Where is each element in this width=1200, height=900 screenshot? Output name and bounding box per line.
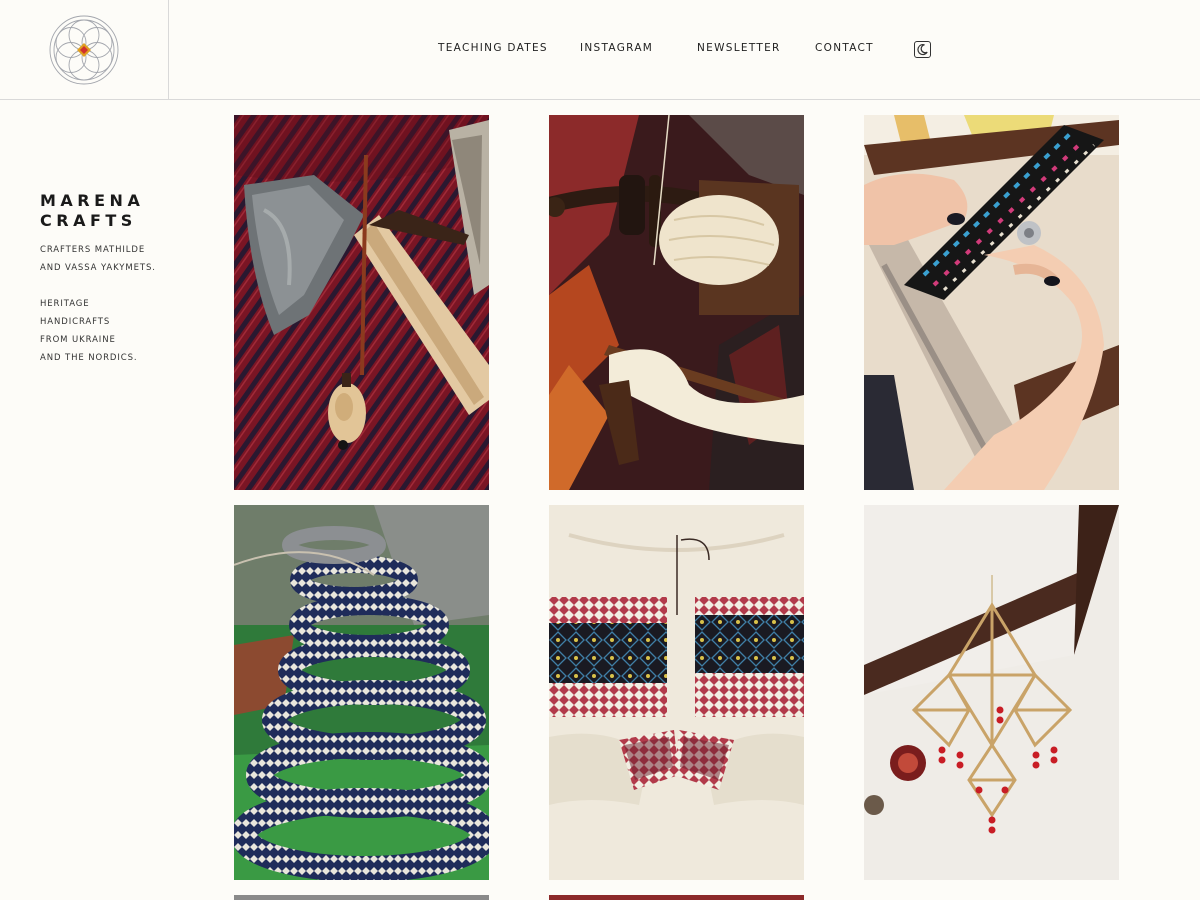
site-title-line-2: CRAFTS: [40, 211, 137, 230]
nav-instagram[interactable]: INSTAGRAM: [580, 42, 653, 54]
site-header: TEACHING DATES INSTAGRAM NEWSLETTER CONT…: [0, 0, 1200, 100]
site-title-line-1: MARENA: [40, 191, 145, 210]
nav-teaching-dates[interactable]: TEACHING DATES: [438, 42, 548, 54]
gallery-photo-straw-pavuk[interactable]: [864, 505, 1119, 880]
gallery-photo-spindle-wool[interactable]: [549, 115, 804, 490]
gallery-photo-axe-tools[interactable]: [234, 115, 489, 490]
site-tagline: CRAFTERS MATHILDE AND VASSA YAKYMETS.: [40, 245, 156, 273]
gallery-photo-bead-loom[interactable]: [864, 115, 1119, 490]
gallery-photo-partial-1[interactable]: [234, 895, 489, 900]
site-description: HERITAGE HANDICRAFTS FROM UKRAINE AND TH…: [40, 299, 138, 363]
moon-icon: [917, 43, 928, 56]
theme-toggle-button[interactable]: [914, 41, 931, 58]
main-nav: TEACHING DATES INSTAGRAM NEWSLETTER CONT…: [0, 42, 1200, 58]
nav-newsletter[interactable]: NEWSLETTER: [697, 42, 781, 54]
sidebar: MARENA CRAFTS CRAFTERS MATHILDE AND VASS…: [40, 191, 170, 367]
nav-contact[interactable]: CONTACT: [815, 42, 874, 54]
gallery-photo-woven-band[interactable]: [234, 505, 489, 880]
gallery-photo-partial-2[interactable]: [549, 895, 804, 900]
gallery-photo-embroidered-shirt[interactable]: [549, 505, 804, 880]
